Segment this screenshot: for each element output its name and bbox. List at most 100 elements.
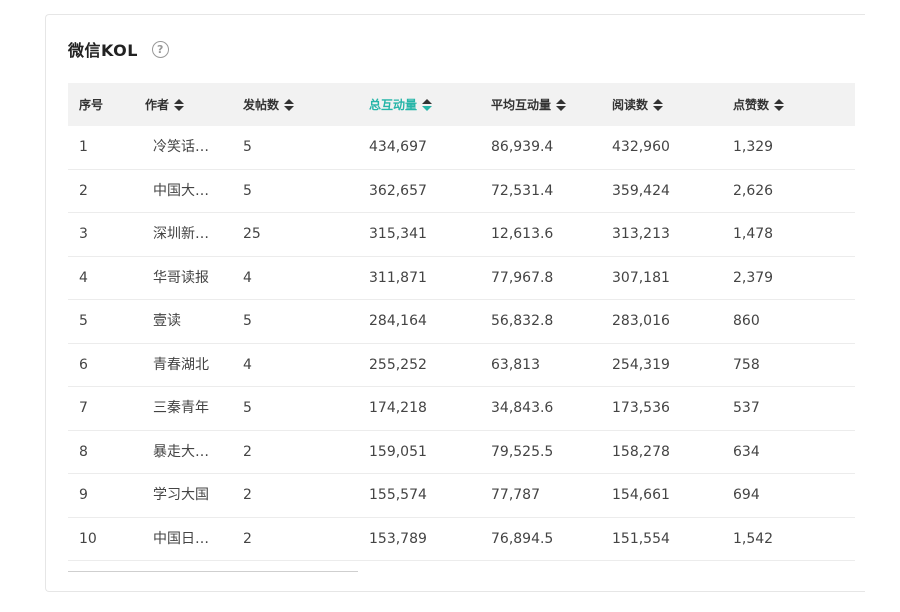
table-cell: 7 bbox=[79, 400, 88, 416]
table-cell: 359,424 bbox=[612, 182, 670, 199]
column-header-6[interactable]: 点赞数 bbox=[733, 96, 785, 113]
column-header-label: 作者 bbox=[145, 98, 170, 112]
table-cell: 284,164 bbox=[369, 313, 427, 329]
table-cell[interactable]: 学习大国 bbox=[153, 474, 209, 517]
sort-descending-icon[interactable] bbox=[774, 105, 785, 111]
sort-caret-icon[interactable] bbox=[556, 98, 567, 111]
column-header-label: 序号 bbox=[79, 98, 104, 112]
sort-ascending-icon[interactable] bbox=[174, 98, 185, 104]
table-cell: 10 bbox=[79, 530, 97, 547]
column-header-4[interactable]: 平均互动量 bbox=[491, 96, 567, 113]
table-cell: 2 bbox=[243, 487, 252, 503]
table-cell: 860 bbox=[733, 313, 760, 329]
table-cell: 158,278 bbox=[612, 443, 670, 460]
table-row: 7 三秦青年 5 174,218 34,843.6 173,536 537 bbox=[68, 387, 855, 431]
table-cell[interactable]: 暴走大… bbox=[153, 431, 209, 474]
table-cell: 155,574 bbox=[369, 487, 427, 503]
table-cell[interactable]: 三秦青年 bbox=[153, 387, 209, 430]
table-cell: 2 bbox=[243, 530, 252, 547]
sort-ascending-icon[interactable] bbox=[422, 98, 433, 104]
table-header: 序号 作者 发帖数 总互动量 平均互动量 阅读数 点赞数 bbox=[68, 83, 855, 126]
table-cell: 174,218 bbox=[369, 400, 427, 416]
sort-descending-icon[interactable] bbox=[556, 105, 567, 111]
table-row: 10 中国日… 2 153,789 76,894.5 151,554 1,542 bbox=[68, 518, 855, 561]
table-cell: 77,787 bbox=[491, 487, 540, 503]
table-row: 6 青春湖北 4 255,252 63,813 254,319 758 bbox=[68, 344, 855, 387]
table-cell[interactable]: 青春湖北 bbox=[153, 344, 209, 387]
column-header-label: 总互动量 bbox=[369, 98, 418, 112]
table-body: 1 冷笑话… 5 434,697 86,939.4 432,960 1,329 2 中国大… 5 3… bbox=[68, 126, 855, 561]
column-header-1[interactable]: 作者 bbox=[145, 96, 185, 113]
sort-caret-icon[interactable] bbox=[284, 98, 295, 111]
column-header-label: 阅读数 bbox=[612, 98, 649, 112]
table-row: 5 壹读 5 284,164 56,832.8 283,016 860 bbox=[68, 300, 855, 344]
table-cell: 311,871 bbox=[369, 269, 427, 286]
table-cell: 362,657 bbox=[369, 182, 427, 199]
table-cell: 4 bbox=[243, 269, 252, 286]
table-cell: 63,813 bbox=[491, 356, 540, 373]
sort-ascending-icon[interactable] bbox=[556, 98, 567, 104]
column-header-2[interactable]: 发帖数 bbox=[243, 96, 295, 113]
table-cell: 2 bbox=[79, 182, 88, 199]
table-row: 8 暴走大… 2 159,051 79,525.5 158,278 634 bbox=[68, 431, 855, 474]
table-cell: 315,341 bbox=[369, 226, 427, 242]
table-cell: 5 bbox=[243, 139, 252, 155]
table-cell: 432,960 bbox=[612, 139, 670, 155]
column-header-5[interactable]: 阅读数 bbox=[612, 96, 664, 113]
table-cell: 694 bbox=[733, 487, 760, 503]
table-cell: 5 bbox=[243, 313, 252, 329]
table-cell: 5 bbox=[243, 182, 252, 199]
table-cell: 254,319 bbox=[612, 356, 670, 373]
table-cell: 4 bbox=[243, 356, 252, 373]
table-cell: 1,542 bbox=[733, 530, 774, 547]
column-header-label: 平均互动量 bbox=[491, 98, 552, 112]
table-cell: 758 bbox=[733, 356, 760, 373]
column-header-label: 点赞数 bbox=[733, 98, 770, 112]
sort-caret-icon[interactable] bbox=[653, 98, 664, 111]
table-cell: 151,554 bbox=[612, 530, 670, 547]
sort-ascending-icon[interactable] bbox=[774, 98, 785, 104]
table-cell: 1,478 bbox=[733, 226, 774, 242]
table-cell: 34,843.6 bbox=[491, 400, 554, 416]
sort-descending-icon[interactable] bbox=[653, 105, 664, 111]
table-cell: 153,789 bbox=[369, 530, 427, 547]
table-cell[interactable]: 华哥读报 bbox=[153, 257, 209, 300]
column-header-3[interactable]: 总互动量 bbox=[369, 96, 433, 113]
horizontal-scrollbar[interactable] bbox=[68, 571, 358, 572]
table-cell: 6 bbox=[79, 356, 88, 373]
table-cell: 2,626 bbox=[733, 182, 774, 199]
table-cell: 5 bbox=[243, 400, 252, 416]
table-cell[interactable]: 中国大… bbox=[153, 170, 209, 213]
table-cell[interactable]: 中国日… bbox=[153, 518, 209, 561]
sort-caret-icon[interactable] bbox=[422, 98, 433, 111]
table-cell: 255,252 bbox=[369, 356, 427, 373]
card-title-text: 微信KOL bbox=[68, 41, 138, 60]
table-cell: 307,181 bbox=[612, 269, 670, 286]
sort-caret-icon[interactable] bbox=[174, 98, 185, 111]
table-cell[interactable]: 壹读 bbox=[153, 300, 181, 343]
column-header-0: 序号 bbox=[79, 96, 103, 113]
sort-ascending-icon[interactable] bbox=[284, 98, 295, 104]
column-header-label: 发帖数 bbox=[243, 98, 280, 112]
table-cell[interactable]: 深圳新… bbox=[153, 213, 209, 256]
sort-descending-icon[interactable] bbox=[284, 105, 295, 111]
table-cell: 2,379 bbox=[733, 269, 774, 286]
sort-descending-icon[interactable] bbox=[422, 105, 433, 111]
table-cell: 72,531.4 bbox=[491, 182, 554, 199]
table-row: 2 中国大… 5 362,657 72,531.4 359,424 2,626 bbox=[68, 170, 855, 213]
sort-caret-icon[interactable] bbox=[774, 98, 785, 111]
table-cell: 56,832.8 bbox=[491, 313, 554, 329]
table-cell: 634 bbox=[733, 443, 760, 460]
kol-table: 序号 作者 发帖数 总互动量 平均互动量 阅读数 点赞数 1 冷笑话… 5 434,697 86,9… bbox=[68, 83, 855, 561]
table-cell: 173,536 bbox=[612, 400, 670, 416]
table-cell: 537 bbox=[733, 400, 760, 416]
table-cell: 3 bbox=[79, 226, 88, 242]
table-cell: 5 bbox=[79, 313, 88, 329]
table-cell[interactable]: 冷笑话… bbox=[153, 126, 209, 169]
question-circle-icon[interactable]: ? bbox=[151, 40, 169, 58]
table-cell: 86,939.4 bbox=[491, 139, 554, 155]
sort-descending-icon[interactable] bbox=[174, 105, 185, 111]
table-row: 1 冷笑话… 5 434,697 86,939.4 432,960 1,329 bbox=[68, 126, 855, 170]
table-row: 4 华哥读报 4 311,871 77,967.8 307,181 2,379 bbox=[68, 257, 855, 300]
sort-ascending-icon[interactable] bbox=[653, 98, 664, 104]
